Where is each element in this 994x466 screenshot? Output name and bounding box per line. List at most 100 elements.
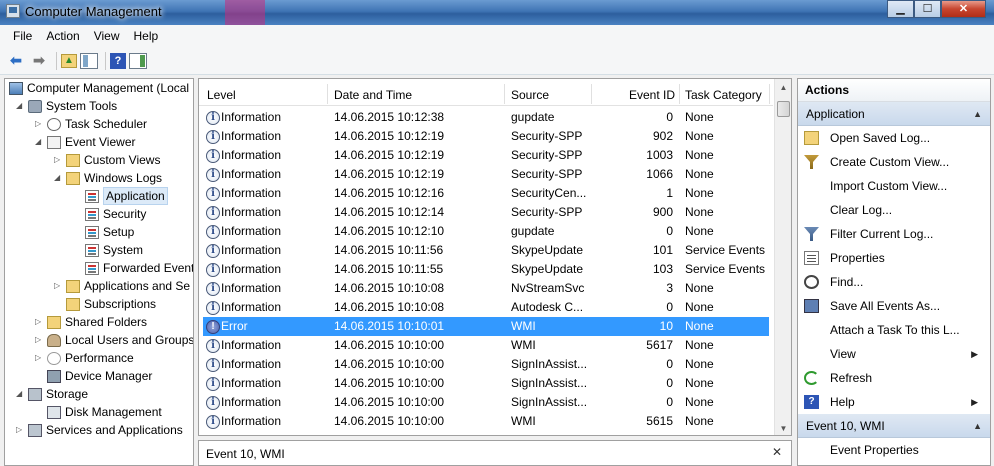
action-item[interactable]: Properties <box>798 246 990 270</box>
forward-arrow-icon[interactable]: ➡ <box>29 51 49 71</box>
close-button[interactable]: ✕ <box>941 0 986 18</box>
action-item[interactable]: Import Custom View... <box>798 174 990 198</box>
tree-item[interactable]: ▷ Performance <box>5 349 193 367</box>
console-tree[interactable]: Computer Management (Local ◢ System Tools ▷… <box>4 78 194 466</box>
help-icon[interactable]: ? <box>110 52 126 69</box>
event-id: 0 <box>666 395 673 409</box>
event-log-icon <box>85 208 99 221</box>
event-row[interactable]: i Information 14.06.2015 10:10:08 Autodesk … <box>199 298 773 317</box>
action-item[interactable]: Attach a Task To this L... <box>798 318 990 342</box>
event-row[interactable]: i Information 14.06.2015 10:12:14 Security-… <box>199 203 773 222</box>
expand-arrow-icon[interactable]: ▷ <box>16 421 26 439</box>
tree-item[interactable]: ▷ Applications and Se <box>5 277 193 295</box>
actions-section-header[interactable]: Application ▲ <box>798 102 990 126</box>
action-item[interactable]: Event Properties <box>798 438 990 462</box>
menu-view[interactable]: View <box>87 25 127 47</box>
tree-item[interactable]: Forwarded Event <box>5 259 193 277</box>
scroll-up-arrow[interactable]: ▲ <box>777 81 790 94</box>
action-item[interactable]: View ▶ <box>798 342 990 366</box>
scroll-thumb[interactable] <box>777 101 790 117</box>
action-item[interactable]: Save All Events As... <box>798 294 990 318</box>
action-item[interactable]: ? Help ▶ <box>798 390 990 414</box>
event-row[interactable]: i Information 14.06.2015 10:12:16 SecurityC… <box>199 184 773 203</box>
tree-item[interactable]: ▷ Shared Folders <box>5 313 193 331</box>
column-divider[interactable] <box>327 84 328 104</box>
tree-item[interactable]: Application <box>5 187 193 205</box>
tree-item[interactable]: System <box>5 241 193 259</box>
column-date-time[interactable]: Date and Time <box>334 88 412 102</box>
event-row[interactable]: i Information 14.06.2015 10:12:19 Security-… <box>199 165 773 184</box>
collapse-arrow-icon[interactable]: ◢ <box>35 133 45 151</box>
action-item[interactable]: Find... <box>798 270 990 294</box>
expand-arrow-icon[interactable]: ▷ <box>54 277 64 295</box>
tree-item[interactable]: Device Manager <box>5 367 193 385</box>
event-row[interactable]: i Information 14.06.2015 10:10:00 WMI 5617 No… <box>199 336 773 355</box>
event-row[interactable]: i Information 14.06.2015 10:10:00 WMI 5615 No… <box>199 412 773 431</box>
action-item-label: Import Custom View... <box>830 179 948 193</box>
tree-item-label: Windows Logs <box>84 171 163 185</box>
show-hide-tree-icon[interactable] <box>80 52 98 69</box>
event-row[interactable]: i Information 14.06.2015 10:10:00 SignInAss… <box>199 374 773 393</box>
action-item[interactable]: Clear Log... <box>798 198 990 222</box>
column-level[interactable]: Level <box>207 88 236 102</box>
menu-file[interactable]: File <box>6 25 39 47</box>
tree-item[interactable]: Disk Management <box>5 403 193 421</box>
column-divider[interactable] <box>679 84 680 104</box>
event-list[interactable]: Level Date and Time Source Event ID Task… <box>198 78 792 436</box>
collapse-arrow-icon[interactable]: ◢ <box>16 97 26 115</box>
expand-arrow-icon[interactable]: ▷ <box>54 151 64 169</box>
show-hide-action-pane-icon[interactable] <box>129 52 147 69</box>
back-arrow-icon[interactable]: ⬅ <box>6 51 26 71</box>
tree-item[interactable]: ▷ Task Scheduler <box>5 115 193 133</box>
column-source[interactable]: Source <box>511 88 549 102</box>
scroll-down-arrow[interactable]: ▼ <box>777 422 790 435</box>
event-row[interactable]: i Information 14.06.2015 10:10:00 SignInAss… <box>199 355 773 374</box>
menu-action[interactable]: Action <box>39 25 86 47</box>
actions-section-header[interactable]: Event 10, WMI ▲ <box>798 414 990 438</box>
tree-item[interactable]: ▷ Local Users and Groups <box>5 331 193 349</box>
event-row[interactable]: i Information 14.06.2015 10:11:55 SkypeUpda… <box>199 260 773 279</box>
action-item[interactable]: Create Custom View... <box>798 150 990 174</box>
collapse-arrow-icon[interactable]: ◢ <box>16 385 26 403</box>
tree-item[interactable]: ◢ System Tools <box>5 97 193 115</box>
tree-item[interactable]: ◢ Windows Logs <box>5 169 193 187</box>
column-divider[interactable] <box>769 84 770 104</box>
collapse-arrow-icon[interactable]: ▲ <box>973 102 982 126</box>
minimize-button[interactable]: ▁ <box>887 0 914 18</box>
event-list-scrollbar[interactable]: ▲ ▼ <box>774 79 791 435</box>
tree-item[interactable]: Subscriptions <box>5 295 193 313</box>
menu-help[interactable]: Help <box>127 25 166 47</box>
tree-item[interactable]: Computer Management (Local <box>5 79 193 97</box>
event-row[interactable]: i Information 14.06.2015 10:10:08 NvStreamS… <box>199 279 773 298</box>
tree-item[interactable]: ▷ Services and Applications <box>5 421 193 439</box>
column-event-id[interactable]: Event ID <box>629 88 675 102</box>
tree-item[interactable]: Security <box>5 205 193 223</box>
action-item[interactable]: Filter Current Log... <box>798 222 990 246</box>
collapse-arrow-icon[interactable]: ▲ <box>973 414 982 438</box>
column-divider[interactable] <box>591 84 592 104</box>
up-folder-icon[interactable]: ▲ <box>61 53 77 68</box>
close-icon[interactable]: ✕ <box>772 445 782 459</box>
tree-item[interactable]: ◢ Storage <box>5 385 193 403</box>
column-task-category[interactable]: Task Category <box>685 88 762 102</box>
event-level: Information <box>221 129 282 143</box>
tree-item[interactable]: ◢ Event Viewer <box>5 133 193 151</box>
event-row[interactable]: i Information 14.06.2015 10:12:10 gupdate 0 N… <box>199 222 773 241</box>
collapse-arrow-icon[interactable]: ◢ <box>54 169 64 187</box>
event-row[interactable]: ! Error 14.06.2015 10:10:01 WMI 10 None <box>203 317 769 336</box>
action-item[interactable]: Open Saved Log... <box>798 126 990 150</box>
event-row[interactable]: i Information 14.06.2015 10:11:56 SkypeUpda… <box>199 241 773 260</box>
maximize-button[interactable]: ☐ <box>914 0 941 18</box>
expand-arrow-icon[interactable]: ▷ <box>35 349 45 367</box>
event-row[interactable]: i Information 14.06.2015 10:12:19 Security-… <box>199 127 773 146</box>
event-row[interactable]: i Information 14.06.2015 10:10:00 SignInAss… <box>199 393 773 412</box>
expand-arrow-icon[interactable]: ▷ <box>35 331 45 349</box>
expand-arrow-icon[interactable]: ▷ <box>35 313 45 331</box>
event-row[interactable]: i Information 14.06.2015 10:12:19 Security-… <box>199 146 773 165</box>
event-row[interactable]: i Information 14.06.2015 10:12:38 gupdate 0 N… <box>199 108 773 127</box>
action-item[interactable]: Refresh <box>798 366 990 390</box>
expand-arrow-icon[interactable]: ▷ <box>35 115 45 133</box>
tree-item[interactable]: ▷ Custom Views <box>5 151 193 169</box>
column-divider[interactable] <box>504 84 505 104</box>
tree-item[interactable]: Setup <box>5 223 193 241</box>
